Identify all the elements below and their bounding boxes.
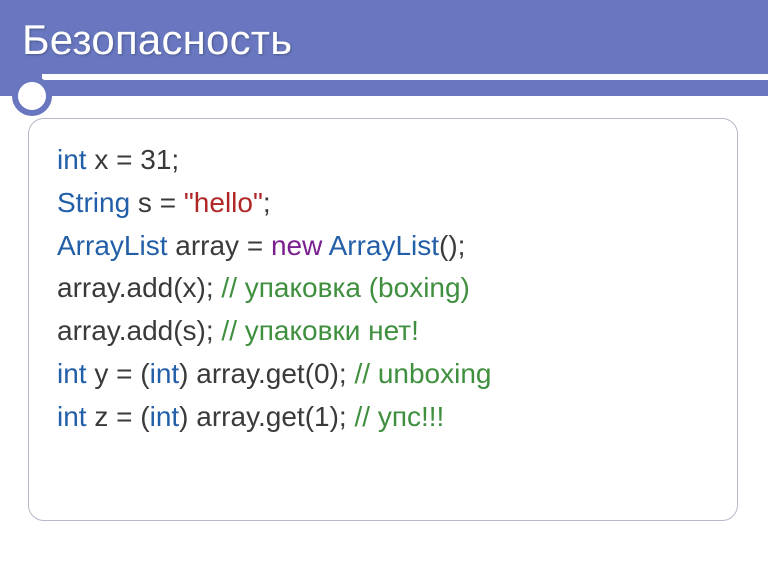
slide: Безопасность int x = 31;String s = "hell…	[0, 0, 768, 576]
code-token: int	[150, 401, 180, 432]
code-token: ArrayList	[57, 230, 167, 261]
code-token: array =	[167, 230, 270, 261]
code-token: ();	[439, 230, 465, 261]
code-token: int	[150, 358, 180, 389]
code-block: int x = 31;String s = "hello";ArrayList …	[57, 139, 709, 439]
bullet-knob-icon	[12, 76, 52, 116]
code-token: int	[57, 358, 87, 389]
code-token: ArrayList	[329, 230, 439, 261]
code-token: y = (	[87, 358, 150, 389]
code-line: int x = 31;	[57, 139, 709, 182]
code-token: array.add(x);	[57, 272, 221, 303]
code-token: int	[57, 144, 87, 175]
code-token: new	[271, 230, 322, 261]
code-line: array.add(s); // упаковки нет!	[57, 310, 709, 353]
code-token: // упаковки нет!	[221, 315, 418, 346]
code-token: int	[57, 401, 87, 432]
title-underline	[42, 74, 768, 80]
code-line: int y = (int) array.get(0); // unboxing	[57, 353, 709, 396]
code-token: x = 31;	[87, 144, 180, 175]
code-token: // упс!!!	[354, 401, 444, 432]
code-token: z = (	[87, 401, 150, 432]
code-token: "hello"	[184, 187, 263, 218]
code-token: String	[57, 187, 130, 218]
code-line: ArrayList array = new ArrayList();	[57, 225, 709, 268]
code-token: ) array.get(0);	[179, 358, 354, 389]
code-line: array.add(x); // упаковка (boxing)	[57, 267, 709, 310]
code-token: ) array.get(1);	[179, 401, 354, 432]
title-band: Безопасность	[0, 0, 768, 96]
code-token: // unboxing	[354, 358, 491, 389]
content-frame: int x = 31;String s = "hello";ArrayList …	[28, 118, 738, 521]
code-line: String s = "hello";	[57, 182, 709, 225]
code-token: s =	[130, 187, 184, 218]
code-token: ;	[263, 187, 271, 218]
slide-title: Безопасность	[22, 18, 292, 62]
code-token: // упаковка (boxing)	[221, 272, 469, 303]
code-token: array.add(s);	[57, 315, 221, 346]
code-line: int z = (int) array.get(1); // упс!!!	[57, 396, 709, 439]
